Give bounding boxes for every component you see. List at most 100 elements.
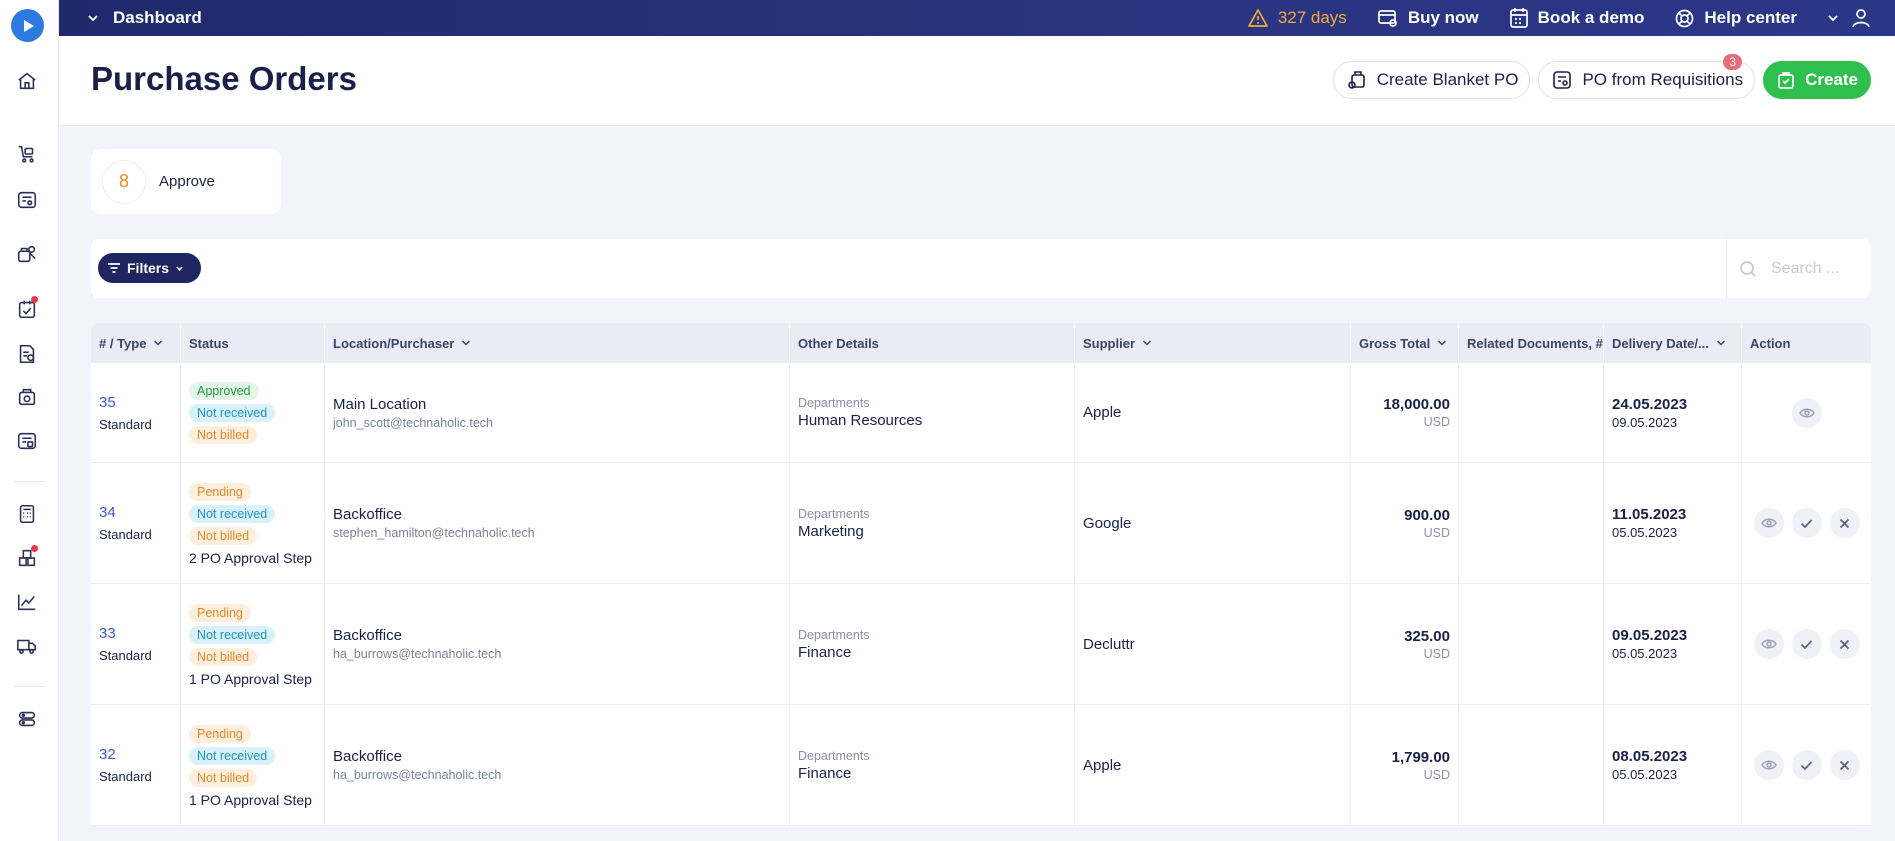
shopping-bag-icon: [1778, 72, 1794, 89]
approve-button[interactable]: [1791, 750, 1822, 780]
po-number-link[interactable]: 32: [99, 746, 180, 763]
home-icon[interactable]: [15, 69, 39, 93]
requisition-icon: [1553, 71, 1572, 89]
supplier: Apple: [1083, 404, 1122, 421]
delivery-truck-icon[interactable]: [15, 634, 39, 658]
gross-total: 1,799.00: [1391, 748, 1450, 766]
calculator-icon[interactable]: [15, 502, 39, 526]
related-documents: [1459, 463, 1604, 583]
view-button[interactable]: [1753, 750, 1784, 780]
approval-step: 2 PO Approval Step: [189, 549, 312, 566]
warning-icon: [1247, 9, 1268, 27]
check-icon: [1800, 760, 1813, 770]
status-badge: Not received: [189, 403, 276, 422]
approve-button[interactable]: [1791, 629, 1822, 659]
search-box[interactable]: [1726, 239, 1871, 298]
po-number-link[interactable]: 34: [99, 504, 180, 521]
requisition-icon[interactable]: [15, 188, 39, 212]
reject-button[interactable]: [1829, 629, 1860, 659]
gross-total: 325.00: [1404, 627, 1450, 645]
trial-days-warning[interactable]: 327 days: [1247, 8, 1347, 28]
create-blanket-po-button[interactable]: Create Blanket PO: [1332, 61, 1531, 99]
book-demo-button[interactable]: Book a demo: [1509, 7, 1645, 29]
analytics-icon[interactable]: [15, 590, 39, 614]
table-row[interactable]: 34 Standard Pending Not received Not bill…: [91, 463, 1871, 584]
order-date: 05.05.2023: [1612, 525, 1678, 540]
chevron-down-icon: [1438, 340, 1447, 346]
po-from-requisitions-label: PO from Requisitions: [1582, 70, 1744, 89]
app-logo-icon[interactable]: [11, 9, 44, 42]
column-header-related-documents[interactable]: Related Documents, #: [1459, 323, 1604, 363]
purchaser-email: stephen_hamilton@technaholic.tech: [333, 526, 535, 540]
currency: USD: [1423, 525, 1450, 540]
view-button[interactable]: [1753, 629, 1784, 659]
budget-icon[interactable]: [15, 429, 39, 453]
filters-button[interactable]: Filters: [98, 253, 202, 283]
search-input[interactable]: [1771, 259, 1861, 278]
buy-now-button[interactable]: Buy now: [1377, 8, 1479, 28]
book-demo-label: Book a demo: [1537, 8, 1645, 27]
table-row[interactable]: 32 Standard Pending Not received Not bill…: [91, 705, 1871, 826]
page-header: Purchase Orders Create Blanket PO PO fro…: [59, 36, 1895, 126]
column-header-delivery-date[interactable]: Delivery Date/...: [1604, 323, 1742, 363]
column-header-other-details[interactable]: Other Details: [790, 323, 1075, 363]
chevron-down-icon: [1828, 15, 1838, 22]
help-center-button[interactable]: Help center: [1674, 8, 1797, 29]
column-header-location[interactable]: Location/Purchaser: [325, 323, 790, 363]
approve-button[interactable]: [1791, 508, 1822, 538]
user-menu[interactable]: [1827, 8, 1871, 28]
requisitions-count-badge: 3: [1723, 54, 1743, 70]
lifebuoy-icon: [1676, 9, 1694, 27]
filters-label: Filters: [127, 260, 170, 276]
status-badge: Not billed: [189, 526, 258, 545]
create-button[interactable]: Create: [1763, 61, 1871, 99]
notification-dot: [31, 545, 38, 552]
approval-step: 1 PO Approval Step: [189, 791, 312, 808]
table-row[interactable]: 35 Standard Approved Not received Not bil…: [91, 363, 1871, 463]
supplier: Apple: [1083, 756, 1122, 774]
po-type: Standard: [99, 416, 152, 432]
column-header-status[interactable]: Status: [181, 323, 325, 363]
status-badge: Pending: [189, 603, 251, 622]
column-header-supplier[interactable]: Supplier: [1075, 323, 1351, 363]
chevron-down-icon: [88, 15, 98, 22]
dashboard-label: Dashboard: [113, 8, 202, 27]
approve-summary-card[interactable]: 8 Approve: [91, 149, 281, 214]
related-documents: [1459, 705, 1604, 825]
trial-days-label: 327 days: [1277, 8, 1347, 27]
suppliers-icon[interactable]: [15, 242, 39, 266]
po-type: Standard: [99, 769, 152, 784]
status-badge: Not billed: [189, 425, 258, 444]
delivery-date: 08.05.2023: [1612, 748, 1688, 765]
status-badge: Not received: [189, 504, 276, 523]
currency: USD: [1423, 415, 1450, 429]
status-badge: Not billed: [189, 647, 258, 666]
close-icon: [1839, 639, 1850, 649]
status-badge: Pending: [189, 724, 251, 743]
create-label: Create: [1805, 70, 1858, 89]
top-bar: Dashboard 327 days Buy now Book a demo H…: [59, 0, 1895, 36]
settings-toggle-icon[interactable]: [15, 707, 39, 731]
view-button[interactable]: [1791, 397, 1822, 428]
po-number-link[interactable]: 33: [99, 625, 180, 642]
user-icon: [1852, 9, 1870, 28]
receipt-icon[interactable]: [15, 385, 39, 409]
po-number-link[interactable]: 35: [99, 394, 180, 411]
reject-button[interactable]: [1829, 508, 1860, 538]
eye-icon: [1760, 639, 1777, 649]
view-button[interactable]: [1753, 508, 1784, 538]
invoice-icon[interactable]: [15, 342, 39, 366]
po-from-requisitions-button[interactable]: PO from Requisitions 3: [1538, 54, 1756, 99]
help-center-label: Help center: [1704, 8, 1797, 27]
cart-icon[interactable]: [15, 142, 39, 166]
column-header-gross-total[interactable]: Gross Total: [1351, 323, 1459, 363]
notification-dot: [31, 296, 38, 303]
column-header-type[interactable]: # / Type: [91, 323, 181, 363]
chevron-down-icon: [462, 340, 471, 346]
department: Human Resources: [798, 412, 923, 429]
table-row[interactable]: 33 Standard Pending Not received Not bill…: [91, 584, 1871, 705]
reject-button[interactable]: [1829, 750, 1860, 780]
po-type: Standard: [99, 527, 152, 542]
dashboard-menu[interactable]: Dashboard: [87, 8, 202, 28]
column-header-action: Action: [1750, 335, 1791, 351]
